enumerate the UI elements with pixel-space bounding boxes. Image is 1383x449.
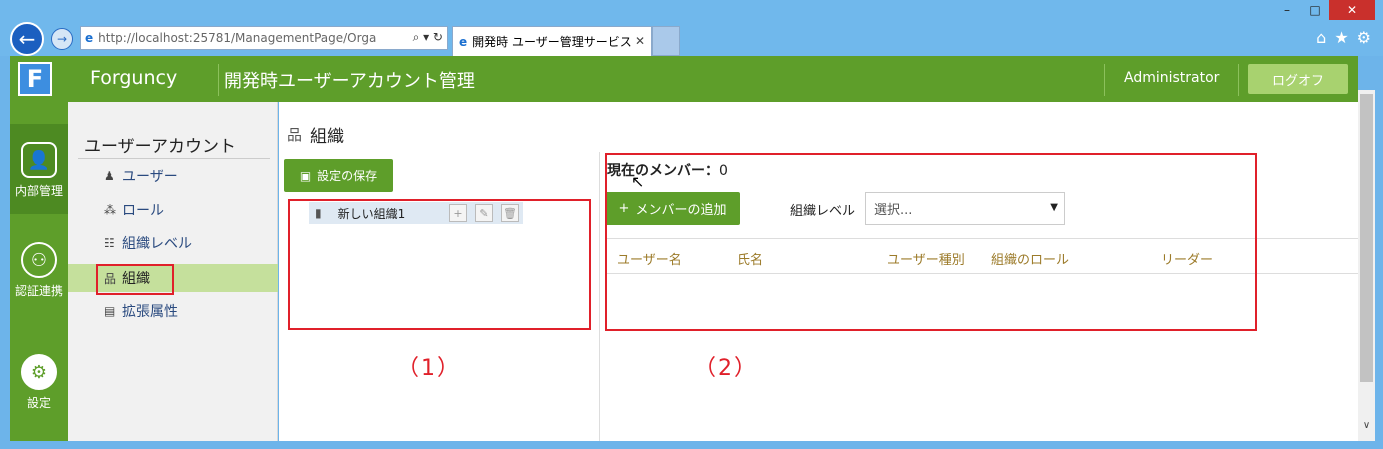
page-title-text: 組織	[310, 127, 345, 147]
minimize-button[interactable]: –	[1273, 0, 1301, 20]
header-divider	[218, 64, 219, 96]
subnav-item-users[interactable]: ♟ ユーザー	[68, 162, 278, 190]
tab-title: 開発時 ユーザー管理サービス	[472, 35, 632, 49]
person-icon: ♟	[104, 169, 115, 183]
logoff-button[interactable]: ログオフ	[1248, 64, 1348, 94]
home-icon[interactable]: ⌂	[1316, 28, 1326, 47]
subnav-item-roles[interactable]: ⁂ ロール	[68, 196, 278, 224]
sub-navigation: ユーザーアカウント ♟ ユーザー ⁂ ロール ☷ 組織レベル 品 組織 ▤ 拡張…	[68, 102, 278, 441]
page-title: 品 組織	[287, 122, 344, 147]
icon-rail: 👤 内部管理 ⚇ 認証連携 ⚙ 設定	[10, 102, 68, 441]
annotation-1: （1）	[397, 356, 461, 381]
vertical-scrollbar[interactable]: ∨	[1358, 90, 1375, 441]
rail-label: 内部管理	[14, 184, 63, 198]
favorites-star-icon[interactable]: ★	[1334, 28, 1348, 47]
main-content: 品 組織 ▣ 設定の保存 ▮ 新しい組織1 + ✎ 🗑 （1） 現在のメンバー：…	[279, 102, 1358, 441]
scroll-thumb[interactable]	[1360, 94, 1373, 382]
search-refresh-icon[interactable]: ⌕ ▾ ↻	[412, 30, 443, 45]
subnav-label: ロール	[122, 203, 164, 219]
rail-label: 認証連携	[14, 284, 63, 298]
subnav-divider	[78, 158, 270, 159]
browser-tab[interactable]: e 開発時 ユーザー管理サービス ✕	[452, 26, 652, 56]
user-admin-icon: 👤	[21, 142, 57, 178]
org-icon: 品	[287, 126, 303, 144]
forguncy-logo: F	[18, 62, 52, 96]
current-user: Administrator	[1124, 70, 1220, 86]
app-title: 開発時ユーザーアカウント管理	[224, 71, 475, 92]
tab-close-icon[interactable]: ✕	[635, 34, 645, 48]
rail-item-internal[interactable]: 👤 内部管理	[10, 124, 68, 214]
subnav-item-org-level[interactable]: ☷ 組織レベル	[68, 229, 278, 257]
settings-gear-icon[interactable]: ⚙	[1357, 28, 1371, 47]
browser-chrome: – □ ✕ ← → e http://localhost :25781/Mana…	[0, 0, 1383, 56]
rail-item-settings[interactable]: ⚙ 設定	[10, 354, 68, 411]
ie-icon: e	[85, 31, 94, 45]
app-header: F Forguncy 開発時ユーザーアカウント管理 Administrator …	[10, 56, 1358, 102]
arrow-left-icon: ←	[18, 27, 36, 51]
save-label: 設定の保存	[317, 169, 378, 183]
ie-icon: e	[459, 34, 468, 49]
highlight-box-2	[605, 153, 1257, 331]
close-window-button[interactable]: ✕	[1329, 0, 1375, 20]
ext-attr-icon: ▤	[104, 304, 116, 318]
rail-item-auth[interactable]: ⚇ 認証連携	[10, 242, 68, 299]
org-level-icon: ☷	[104, 236, 115, 250]
arrow-right-icon: →	[56, 32, 68, 46]
highlight-box	[96, 264, 174, 295]
address-bar[interactable]: e http://localhost :25781/ManagementPage…	[80, 26, 448, 50]
panel-divider	[599, 152, 600, 441]
header-divider	[1238, 64, 1239, 96]
highlight-box-1	[288, 199, 591, 330]
window-buttons: – □ ✕	[1273, 0, 1375, 20]
annotation-2: （2）	[694, 356, 758, 381]
auth-link-icon: ⚇	[21, 242, 57, 278]
save-settings-button[interactable]: ▣ 設定の保存	[284, 159, 393, 192]
subnav-label: 拡張属性	[122, 304, 178, 320]
roles-icon: ⁂	[104, 203, 116, 217]
header-divider	[1104, 64, 1105, 96]
save-icon: ▣	[299, 168, 312, 183]
subnav-label: ユーザー	[122, 169, 178, 185]
subnav-title: ユーザーアカウント	[84, 137, 236, 157]
brand-name: Forguncy	[90, 67, 178, 89]
maximize-button[interactable]: □	[1301, 0, 1329, 20]
url-host: http://localhost	[98, 31, 189, 45]
browser-toolbar-icons: ⌂ ★ ⚙	[1316, 28, 1371, 47]
new-tab-button[interactable]	[652, 26, 680, 56]
subnav-item-ext-attr[interactable]: ▤ 拡張属性	[68, 297, 278, 325]
gear-icon: ⚙	[21, 354, 57, 390]
subnav-label: 組織レベル	[122, 236, 192, 252]
url-path: :25781/ManagementPage/Orga	[188, 31, 377, 45]
chevron-down-icon[interactable]: ∨	[1360, 420, 1373, 431]
back-button[interactable]: ←	[10, 22, 44, 56]
rail-label: 設定	[26, 396, 51, 410]
forward-button[interactable]: →	[51, 28, 73, 50]
